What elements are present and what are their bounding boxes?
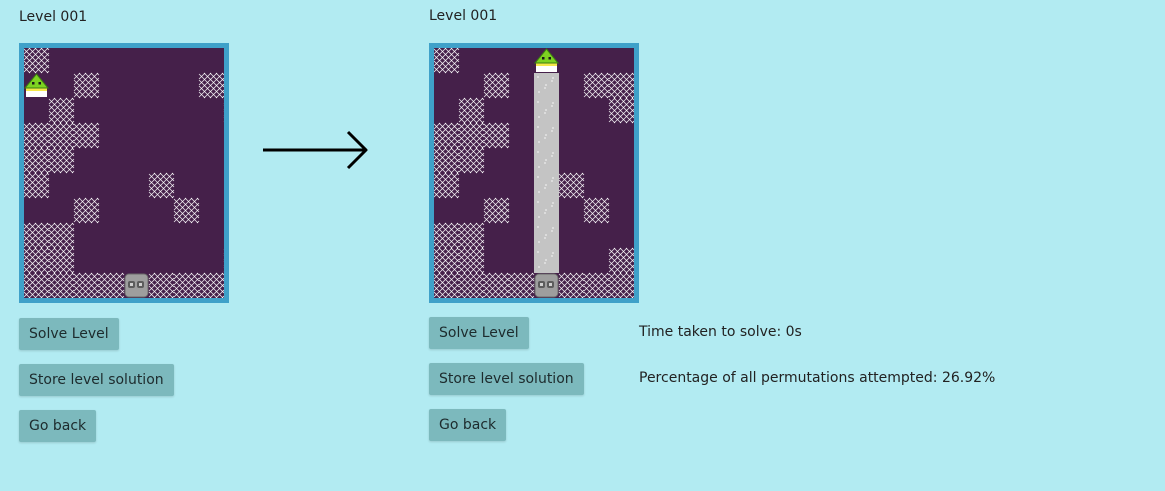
wall-tile (24, 147, 50, 174)
wall-tile (458, 147, 485, 174)
exit-icon (534, 273, 559, 298)
wall-tile (48, 247, 75, 274)
solve-level-button[interactable]: Solve Level (19, 318, 119, 350)
wall-tile (173, 197, 200, 224)
board-grid (434, 48, 634, 298)
wall-tile (198, 72, 224, 99)
path-tile (534, 123, 559, 148)
wall-tile (24, 172, 50, 199)
level-board (429, 43, 639, 303)
wall-tile (483, 122, 510, 149)
wall-tile (434, 122, 460, 149)
wall-tile (173, 272, 200, 298)
wall-tile (458, 247, 485, 274)
path-tile (534, 198, 559, 223)
wall-tile (48, 147, 75, 174)
wall-tile (434, 247, 460, 274)
wall-tile (608, 272, 634, 298)
wall-tile (434, 172, 460, 199)
wall-tile (24, 272, 50, 298)
wall-tile (73, 72, 100, 99)
wall-tile (558, 272, 585, 298)
wall-tile (148, 272, 175, 298)
wall-tile (458, 222, 485, 249)
exit-icon (124, 273, 149, 298)
wall-tile (24, 48, 50, 74)
path-tile (534, 223, 559, 248)
time-taken-text: Time taken to solve: 0s (639, 324, 802, 340)
wall-tile (48, 272, 75, 298)
wall-tile (24, 247, 50, 274)
path-tile (534, 148, 559, 173)
go-back-button[interactable]: Go back (19, 410, 97, 442)
wall-tile (198, 272, 224, 298)
store-solution-button[interactable]: Store level solution (429, 363, 584, 395)
board-grid (24, 48, 224, 298)
wall-tile (434, 147, 460, 174)
permutations-attempted-text: Percentage of all permutations attempted… (639, 370, 996, 386)
wall-tile (608, 72, 634, 99)
path-tile (534, 98, 559, 123)
wall-tile (483, 197, 510, 224)
arrow-right-icon (263, 130, 368, 170)
wall-tile (434, 222, 460, 249)
wall-tile (458, 97, 485, 124)
wall-tile (583, 272, 610, 298)
wall-tile (73, 272, 100, 298)
path-tile (534, 248, 559, 273)
wall-tile (558, 172, 585, 199)
wall-tile (483, 272, 510, 298)
player-icon (24, 73, 50, 97)
wall-tile (583, 197, 610, 224)
path-tile (534, 73, 559, 98)
wall-tile (434, 48, 460, 74)
wall-tile (458, 272, 485, 298)
wall-tile (148, 172, 175, 199)
level-board (19, 43, 229, 303)
wall-tile (483, 72, 510, 99)
level-title: Level 001 (19, 9, 88, 25)
level-title: Level 001 (429, 8, 498, 24)
wall-tile (458, 122, 485, 149)
wall-tile (24, 122, 50, 149)
wall-tile (48, 222, 75, 249)
wall-tile (48, 122, 75, 149)
wall-tile (98, 272, 125, 298)
wall-tile (73, 197, 100, 224)
wall-tile (73, 122, 100, 149)
wall-tile (608, 247, 634, 274)
wall-tile (24, 222, 50, 249)
player-icon (533, 48, 560, 72)
solve-level-button[interactable]: Solve Level (429, 317, 529, 349)
wall-tile (508, 272, 535, 298)
wall-tile (48, 97, 75, 124)
wall-tile (434, 272, 460, 298)
store-solution-button[interactable]: Store level solution (19, 364, 174, 396)
wall-tile (583, 72, 610, 99)
go-back-button[interactable]: Go back (429, 409, 507, 441)
path-tile (534, 173, 559, 198)
wall-tile (608, 97, 634, 124)
